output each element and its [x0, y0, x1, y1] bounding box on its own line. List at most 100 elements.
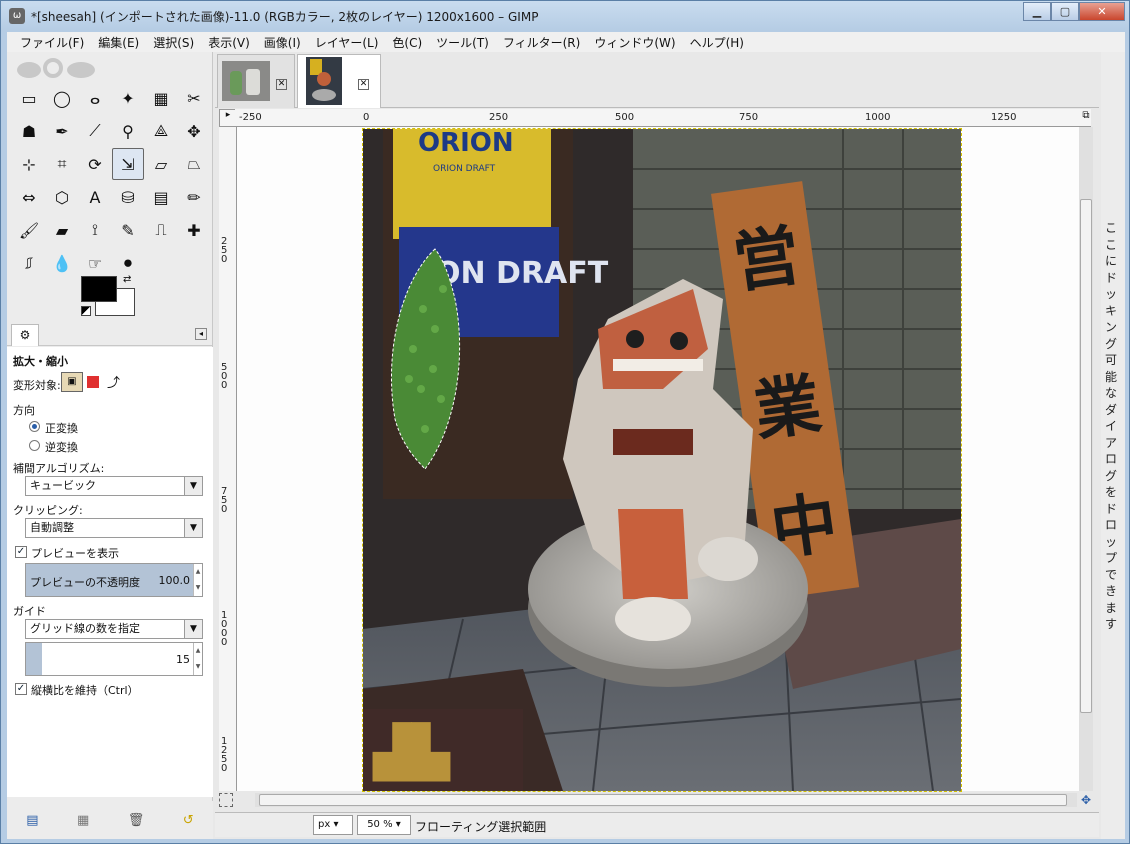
vertical-ruler[interactable]: 250 500 750 1000 1250: [219, 127, 237, 791]
horizontal-scrollbar[interactable]: [255, 793, 1077, 807]
keep-aspect-label: 縦横比を維持（Ctrl）: [31, 684, 139, 697]
heal-icon[interactable]: ✚: [178, 214, 210, 246]
cage-icon[interactable]: ⬡: [46, 181, 78, 213]
ink-icon[interactable]: ✎: [112, 214, 144, 246]
image-canvas[interactable]: ORION ORION DRAFT ON DRAFT 営 業 中 ▟▙: [237, 127, 1091, 792]
paths-icon[interactable]: ✒: [46, 115, 78, 147]
tool-grid: ▭ ◯ ⴰ ✦ ▦ ✂ ☗ ✒ ⟋ ⚲ ⟁ ✥ ⊹ ⌗ ⟳ ⇲ ▱ ⏢ ⇔ ⬡ A ⛁ ▤ ✏ 🖌 ▰ ⟟ ✎ ⎍ ✚ ⎎ 💧 ☞ ⚫: [13, 82, 210, 279]
interpolation-select[interactable]: キュービック ▼: [25, 476, 203, 496]
sign-char-1: 営: [729, 216, 805, 302]
direction-corrective-label: 逆変換: [45, 441, 78, 454]
direction-normal-label: 正変換: [45, 422, 78, 435]
tab-image-1[interactable]: ✕: [217, 54, 295, 108]
shear-icon[interactable]: ▱: [145, 148, 177, 180]
vertical-scrollbar[interactable]: [1079, 127, 1093, 791]
menu-windows[interactable]: ウィンドウ(W): [587, 34, 682, 51]
airbrush-icon[interactable]: ⟟: [79, 214, 111, 246]
direction-normal-radio[interactable]: [29, 421, 40, 432]
lasso-icon[interactable]: ⴰ: [79, 82, 111, 114]
align-icon[interactable]: ⊹: [13, 148, 45, 180]
menu-edit[interactable]: 編集(E): [91, 34, 146, 51]
crop-icon[interactable]: ⌗: [46, 148, 78, 180]
maximize-button[interactable]: ▢: [1051, 2, 1079, 21]
navigation-icon[interactable]: ✥: [1079, 793, 1093, 807]
eraser-icon[interactable]: ▰: [46, 214, 78, 246]
default-colors-icon[interactable]: [81, 306, 91, 316]
blend-icon[interactable]: ▤: [145, 181, 177, 213]
text-icon[interactable]: A: [79, 181, 111, 213]
color-picker-icon[interactable]: ⟋: [79, 115, 111, 147]
menu-select[interactable]: 選択(S): [146, 34, 201, 51]
fuzzy-select-icon[interactable]: ✦: [112, 82, 144, 114]
tool-options-tab[interactable]: ⚙: [11, 324, 39, 346]
close-tab-icon[interactable]: ✕: [276, 79, 287, 90]
save-options-icon[interactable]: ▤: [26, 813, 38, 828]
blur-icon[interactable]: 💧: [46, 247, 78, 279]
menu-image[interactable]: 画像(I): [257, 34, 308, 51]
menu-view[interactable]: 表示(V): [201, 34, 257, 51]
menu-filters[interactable]: フィルター(R): [496, 34, 587, 51]
scissors-icon[interactable]: ✂: [178, 82, 210, 114]
v-tick: 500: [221, 362, 228, 391]
perspective-clone-icon[interactable]: ⎎: [13, 247, 45, 279]
reset-options-icon[interactable]: ↺: [183, 813, 194, 828]
paintbrush-icon[interactable]: 🖌: [13, 214, 45, 246]
shisa-photo: ORION ORION DRAFT ON DRAFT 営 業 中 ▟▙: [362, 128, 962, 792]
move-icon[interactable]: ✥: [178, 115, 210, 147]
pencil-icon[interactable]: ✏: [178, 181, 210, 213]
unit-select[interactable]: px ▾: [313, 815, 353, 835]
horizontal-scroll-thumb[interactable]: [259, 794, 1067, 806]
menu-help[interactable]: ヘルプ(H): [683, 34, 751, 51]
spin-arrows-icon[interactable]: ▲ ▼: [193, 564, 202, 596]
menu-colors[interactable]: 色(C): [385, 34, 429, 51]
menu-file[interactable]: ファイル(F): [13, 34, 91, 51]
transform-layer-icon[interactable]: ▣: [61, 372, 83, 392]
close-tab-icon[interactable]: ✕: [358, 79, 369, 90]
scale-icon[interactable]: ⇲: [112, 148, 144, 180]
menu-tools[interactable]: ツール(T): [429, 34, 496, 51]
menu-layer[interactable]: レイヤー(L): [308, 34, 386, 51]
foreground-color[interactable]: [81, 276, 117, 302]
zoom-icon[interactable]: ⚲: [112, 115, 144, 147]
direction-corrective-radio[interactable]: [29, 440, 40, 451]
empty-dock[interactable]: ここにドッキング可能なダイアログをドロップできます: [1101, 52, 1125, 839]
status-message: フローティング選択範囲: [415, 820, 547, 834]
delete-options-icon[interactable]: 🗑: [128, 813, 145, 828]
keep-aspect-checkbox[interactable]: ✓: [15, 683, 27, 695]
v-tick: 750: [221, 486, 228, 515]
zoom-fit-icon[interactable]: ⧉: [1079, 110, 1093, 124]
preview-checkbox[interactable]: ✓: [15, 546, 27, 558]
smudge-icon[interactable]: ☞: [79, 247, 111, 279]
restore-options-icon[interactable]: ▦: [77, 813, 89, 828]
foreground-select-icon[interactable]: ☗: [13, 115, 45, 147]
client-area: ▭ ◯ ⴰ ✦ ▦ ✂ ☗ ✒ ⟋ ⚲ ⟁ ✥ ⊹ ⌗ ⟳ ⇲ ▱ ⏢ ⇔ ⬡ A ⛁ ▤ ✏ 🖌 ▰ ⟟ ✎ ⎍ ✚ ⎎ 💧 ☞ ⚫ ⇄ ⚙ ◂…: [7, 52, 1125, 839]
flip-icon[interactable]: ⇔: [13, 181, 45, 213]
swap-colors-icon[interactable]: ⇄: [123, 274, 131, 285]
guide-select[interactable]: グリッド線の数を指定 ▼: [25, 619, 203, 639]
minimize-button[interactable]: ▁: [1023, 2, 1051, 21]
ellipse-select-icon[interactable]: ◯: [46, 82, 78, 114]
grid-lines-slider[interactable]: 15 ▲ ▼: [25, 642, 203, 676]
rotate-icon[interactable]: ⟳: [79, 148, 111, 180]
clone-icon[interactable]: ⎍: [145, 214, 177, 246]
measure-icon[interactable]: ⟁: [145, 115, 177, 147]
vertical-scroll-thumb[interactable]: [1080, 199, 1092, 713]
zoom-select[interactable]: 50 % ▾: [357, 815, 411, 835]
close-button[interactable]: ✕: [1079, 2, 1125, 21]
bucket-fill-icon[interactable]: ⛁: [112, 181, 144, 213]
menu-bar: ファイル(F) 編集(E) 選択(S) 表示(V) 画像(I) レイヤー(L) …: [7, 32, 1125, 52]
transform-path-icon[interactable]: ⤴: [107, 372, 120, 391]
color-select-icon[interactable]: ▦: [145, 82, 177, 114]
tab-image-2[interactable]: ✕: [297, 54, 381, 108]
horizontal-ruler[interactable]: -250 0 250 500 750 1000 1250: [235, 109, 1091, 127]
rect-select-icon[interactable]: ▭: [13, 82, 45, 114]
tab-menu-icon[interactable]: ◂: [195, 328, 207, 340]
title-bar[interactable]: ω *[sheesah] (インポートされた画像)-11.0 (RGBカラー, …: [1, 1, 1130, 31]
clipping-select[interactable]: 自動調整 ▼: [25, 518, 203, 538]
transform-selection-icon[interactable]: [87, 376, 99, 388]
image-window: ✕ ✕ ▸ -250 0 250 500 750 1000 1250 250 5…: [215, 52, 1099, 839]
perspective-icon[interactable]: ⏢: [178, 148, 210, 180]
navigate-icon[interactable]: [219, 793, 233, 807]
spin-arrows-icon[interactable]: ▲ ▼: [193, 643, 202, 675]
preview-opacity-slider[interactable]: プレビューの不透明度 100.0 ▲ ▼: [25, 563, 203, 597]
